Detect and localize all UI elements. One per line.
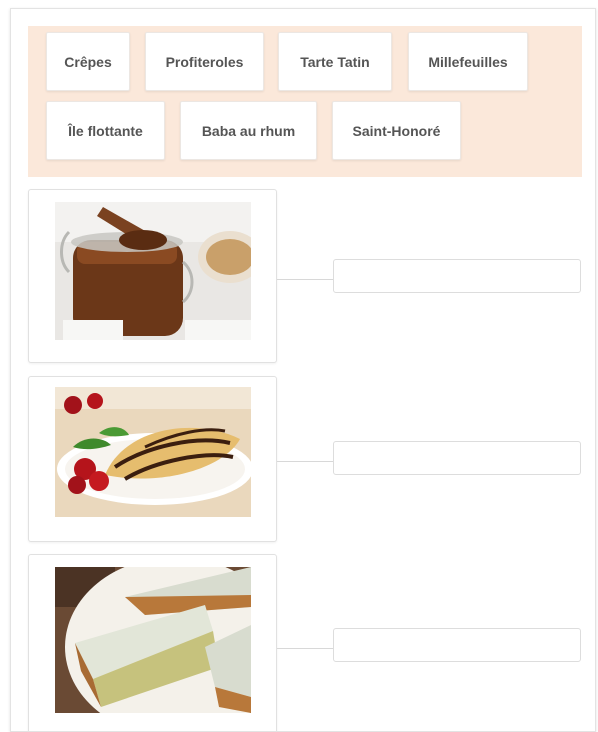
word-chip-saint-honore[interactable]: Saint-Honoré xyxy=(332,101,461,160)
matching-exercise-panel: Crêpes Profiteroles Tarte Tatin Millefeu… xyxy=(10,8,596,732)
connector-line-3 xyxy=(277,648,333,649)
drop-zone-2[interactable] xyxy=(333,441,581,475)
iced-cake-slices-image xyxy=(55,567,251,713)
word-chip-ile-flottante[interactable]: Île flottante xyxy=(46,101,165,160)
connector-line-1 xyxy=(277,279,333,280)
drop-zone-3[interactable] xyxy=(333,628,581,662)
word-bank: Crêpes Profiteroles Tarte Tatin Millefeu… xyxy=(28,26,582,177)
image-card-1 xyxy=(28,189,277,363)
chocolate-spread-jar-image xyxy=(55,202,251,340)
image-card-3 xyxy=(28,554,277,731)
image-card-2 xyxy=(28,376,277,542)
word-chip-tarte-tatin[interactable]: Tarte Tatin xyxy=(278,32,392,91)
crepes-with-chocolate-image xyxy=(55,387,251,517)
word-chip-crepes[interactable]: Crêpes xyxy=(46,32,130,91)
connector-line-2 xyxy=(277,461,333,462)
drop-zone-1[interactable] xyxy=(333,259,581,293)
word-chip-millefeuilles[interactable]: Millefeuilles xyxy=(408,32,528,91)
word-chip-baba-au-rhum[interactable]: Baba au rhum xyxy=(180,101,317,160)
word-chip-profiteroles[interactable]: Profiteroles xyxy=(145,32,264,91)
